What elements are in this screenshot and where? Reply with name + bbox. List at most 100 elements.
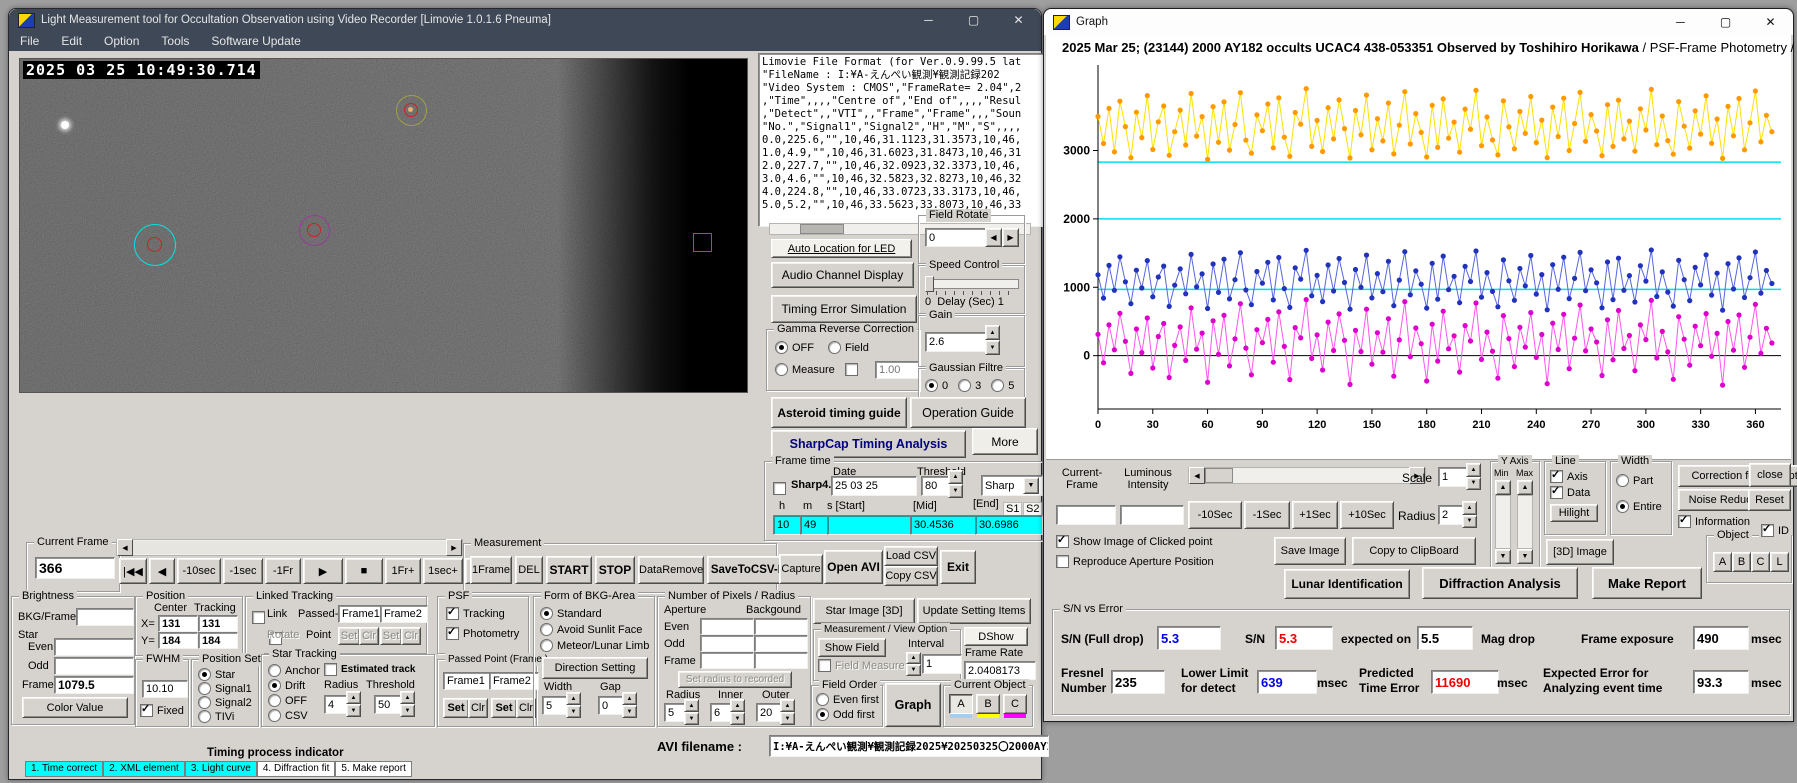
passed-frame2-field[interactable]: Frame2 xyxy=(489,672,539,690)
light-curve-chart[interactable]: 2025 Mar 25; (23144) 2000 AY182 occults … xyxy=(1046,35,1794,460)
mid-field[interactable]: 30.4536 xyxy=(910,515,980,535)
gamma-measure-radio[interactable] xyxy=(775,363,788,376)
field-rotate-right-arrow[interactable]: ▶ xyxy=(1002,228,1019,247)
pos-y2-field[interactable]: 184 xyxy=(198,632,238,649)
even-first-radio[interactable] xyxy=(816,693,829,706)
link-checkbox[interactable] xyxy=(252,611,265,624)
threshold-spinner[interactable]: ▲ ▼ xyxy=(948,470,963,498)
graph-object-c-button[interactable]: C xyxy=(1751,552,1770,572)
minus-10sec-button[interactable]: -10sec xyxy=(177,558,221,584)
image-3d-button[interactable]: [3D] Image xyxy=(1546,539,1614,565)
y-max-scrollbar[interactable]: ▲ ▼ xyxy=(1517,480,1533,564)
star-frame-field[interactable]: 1079.5 xyxy=(54,676,134,694)
linked-clr2-button[interactable]: Clr xyxy=(401,627,421,645)
menu-software-update[interactable]: Software Update xyxy=(200,34,311,48)
posset-star-radio[interactable] xyxy=(198,668,211,681)
sharp-combobox[interactable]: Sharp ▼ xyxy=(981,475,1043,496)
hilight-button[interactable]: Hilight xyxy=(1550,504,1598,522)
video-frame[interactable]: 2025 03 25 10:49:30.714 xyxy=(19,58,748,393)
plus-1sec-graph-button[interactable]: +1Sec xyxy=(1292,501,1338,529)
y-min-scrollbar[interactable]: ▲ ▼ xyxy=(1495,480,1511,564)
bkg-avoid-sunlit-radio[interactable] xyxy=(540,623,553,636)
scale-spinner[interactable]: ▲ ▼ xyxy=(1466,463,1481,490)
operation-guide-button[interactable]: Operation Guide xyxy=(910,397,1026,428)
pos-x1-field[interactable]: 131 xyxy=(158,615,198,632)
fwhm-field[interactable]: 10.10 xyxy=(142,680,188,698)
gamma-field-radio[interactable] xyxy=(828,341,841,354)
passed-frame1-field[interactable]: Frame1 xyxy=(443,672,493,690)
auto-location-led-button[interactable]: Auto Location for LED xyxy=(771,239,912,258)
posset-signal2-radio[interactable] xyxy=(198,696,211,709)
timing-error-simulation-button[interactable]: Timing Error Simulation xyxy=(771,295,917,323)
audio-channel-display-button[interactable]: Audio Channel Display xyxy=(771,262,914,288)
minus-10sec-graph-button[interactable]: -10Sec xyxy=(1188,501,1242,529)
tab-time-correct[interactable]: 1. Time correct xyxy=(25,761,104,777)
s1-label[interactable]: S1 xyxy=(1003,502,1023,516)
linked-frame2-field[interactable]: Frame2 xyxy=(380,605,428,623)
gamma-off-radio[interactable] xyxy=(775,341,788,354)
bkg-standard-radio[interactable] xyxy=(540,607,553,620)
go-first-button[interactable]: |◀◀ xyxy=(119,558,147,584)
maximize-icon[interactable]: ▢ xyxy=(951,9,996,31)
predicted-error-field[interactable]: 11690 xyxy=(1431,670,1499,694)
show-clicked-image-checkbox[interactable] xyxy=(1056,533,1069,548)
graph-scrollbar[interactable]: ◀ ▶ xyxy=(1188,467,1426,484)
bkg-width-spinner[interactable]: ▲ ▼ xyxy=(566,692,581,718)
graph-object-l-button[interactable]: L xyxy=(1770,552,1789,572)
field-rotate-field[interactable]: 0 xyxy=(925,228,988,247)
stop-playback-button[interactable]: ■ xyxy=(345,558,383,584)
sharp-checkbox[interactable] xyxy=(773,482,786,495)
fresnel-number-field[interactable]: 235 xyxy=(1111,670,1165,694)
passed-set2-button[interactable]: Set xyxy=(491,698,517,718)
linked-clr1-button[interactable]: Clr xyxy=(359,627,379,645)
make-report-button[interactable]: Make Report xyxy=(1592,567,1702,599)
gaussian-0-radio[interactable] xyxy=(925,379,938,392)
track-off-radio[interactable] xyxy=(268,694,281,707)
pixels-even-bkg-field[interactable] xyxy=(754,618,808,635)
close-icon[interactable]: ✕ xyxy=(996,9,1041,31)
color-value-button[interactable]: Color Value xyxy=(22,697,128,718)
minus-1sec-button[interactable]: -1sec xyxy=(223,558,263,584)
load-csv-button[interactable]: Load CSV xyxy=(884,546,938,566)
star-image-3d-button[interactable]: Star Image [3D] xyxy=(813,598,915,624)
tab-xml-element[interactable]: 2. XML element xyxy=(103,761,185,777)
set-radius-recorded-button[interactable]: Set radius to recorded xyxy=(678,671,792,688)
graph-scroll-left-icon[interactable]: ◀ xyxy=(1189,467,1205,484)
line-axis-checkbox[interactable] xyxy=(1550,468,1563,483)
tab-light-curve[interactable]: 3. Light curve xyxy=(184,761,257,777)
psf-photometry-checkbox[interactable] xyxy=(446,625,459,640)
bkg-meteor-limb-radio[interactable] xyxy=(540,639,553,652)
start-button[interactable]: START xyxy=(546,556,592,584)
play-button[interactable]: ▶ xyxy=(303,558,343,584)
bkg-frame-field[interactable] xyxy=(76,608,134,626)
inner-spinner[interactable]: ▲ ▼ xyxy=(730,699,745,725)
frame-scrollbar-thumb[interactable] xyxy=(133,541,446,554)
width-part-radio[interactable] xyxy=(1616,474,1629,487)
menu-edit[interactable]: Edit xyxy=(50,34,93,48)
direction-setting-button[interactable]: Direction Setting xyxy=(542,657,648,679)
pos-x2-field[interactable]: 131 xyxy=(198,615,238,632)
lunar-identification-button[interactable]: Lunar Identification xyxy=(1284,569,1410,599)
posset-tivi-radio[interactable] xyxy=(198,710,211,723)
limovie-titlebar[interactable]: Light Measurement tool for Occultation O… xyxy=(9,9,1041,31)
frame-rate-field[interactable]: 2.0408173 xyxy=(964,661,1036,680)
graph-object-b-button[interactable]: B xyxy=(1732,552,1751,572)
passed-clr1-button[interactable]: Clr xyxy=(468,698,488,718)
sn-full-drop-field[interactable]: 5.3 xyxy=(1157,626,1221,650)
reset-button[interactable]: Reset xyxy=(1748,489,1791,511)
linked-frame1-field[interactable]: Frame1 xyxy=(338,605,386,623)
menu-file[interactable]: File xyxy=(9,34,50,48)
gain-spinner[interactable]: ▲ ▼ xyxy=(985,325,1000,355)
linked-set2-button[interactable]: Set xyxy=(380,627,402,645)
outer-spinner[interactable]: ▲ ▼ xyxy=(780,699,795,725)
scrollbar-thumb[interactable] xyxy=(800,224,844,234)
lower-limit-field[interactable]: 639 xyxy=(1257,670,1317,694)
selection-square-magenta[interactable] xyxy=(693,233,712,252)
graph-maximize-icon[interactable]: ▢ xyxy=(1703,9,1748,35)
pixels-frame-aperture-field[interactable] xyxy=(700,652,754,669)
minus-1sec-graph-button[interactable]: -1Sec xyxy=(1244,501,1290,529)
graph-button[interactable]: Graph xyxy=(885,683,941,727)
psf-tracking-checkbox[interactable] xyxy=(446,605,459,620)
close-graph-button[interactable]: close xyxy=(1749,463,1791,487)
gain-field[interactable]: 2.6 xyxy=(925,332,988,352)
